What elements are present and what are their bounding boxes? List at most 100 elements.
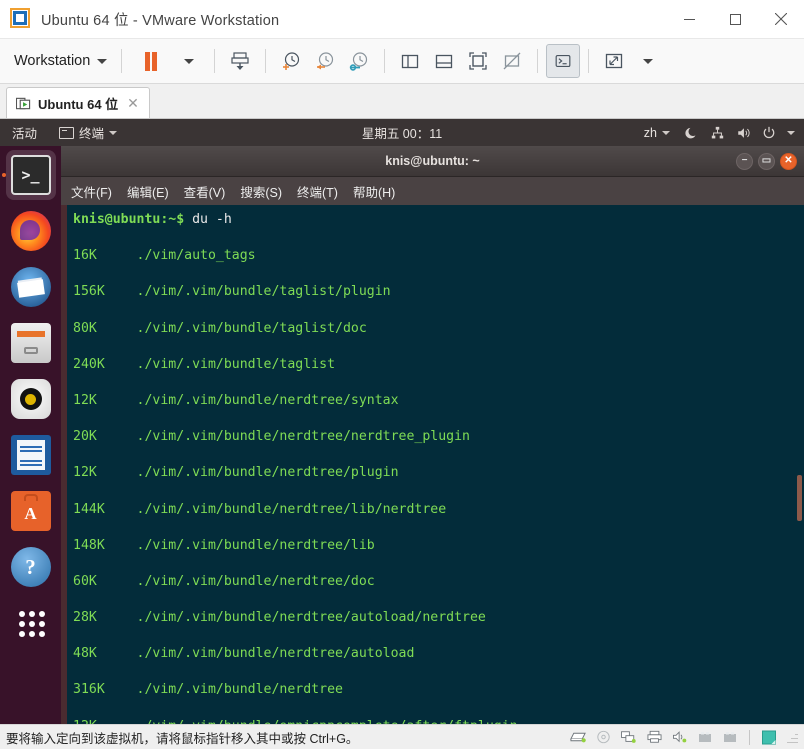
- night-light-icon: [685, 127, 696, 138]
- thumbnail-off-icon: [503, 52, 521, 70]
- terminal-output-line: 156K ./vim/.vim/bundle/taglist/plugin: [73, 284, 391, 300]
- dock-item-thunderbird[interactable]: [6, 262, 56, 312]
- volume-icon[interactable]: [736, 126, 751, 140]
- dock-item-files[interactable]: [6, 318, 56, 368]
- window-close-button[interactable]: [758, 0, 804, 38]
- terminal-scrollbar[interactable]: [796, 205, 804, 724]
- dock-item-libreoffice-writer[interactable]: [6, 430, 56, 480]
- enter-fullscreen-button[interactable]: [597, 44, 631, 78]
- terminal-maximize-button[interactable]: ▭: [758, 152, 775, 170]
- ubuntu-dock: >_ A ?: [0, 146, 61, 724]
- tab-close-icon[interactable]: ✕: [125, 96, 141, 110]
- input-source-indicator[interactable]: zh: [640, 124, 674, 142]
- send-ctrl-alt-del-button[interactable]: [546, 44, 581, 78]
- status-sound-icon[interactable]: [672, 730, 688, 744]
- menu-terminal[interactable]: 终端(T): [297, 182, 338, 201]
- pause-icon: [145, 51, 151, 71]
- menu-help[interactable]: 帮助(H): [353, 182, 395, 201]
- status-usb2-icon[interactable]: [722, 730, 738, 744]
- panel-bottom-icon: [436, 54, 453, 69]
- app-menu-button[interactable]: 终端: [55, 121, 121, 144]
- status-cdrom-icon[interactable]: [596, 730, 611, 744]
- tab-ubuntu-64[interactable]: Ubuntu 64 位 ✕: [6, 87, 150, 118]
- dock-item-ubuntu-software[interactable]: A: [6, 486, 56, 536]
- network-icon[interactable]: [710, 126, 725, 140]
- menu-search[interactable]: 搜索(S): [240, 182, 282, 201]
- toolbar-separator: [588, 49, 590, 73]
- window-maximize-button[interactable]: [712, 0, 758, 38]
- terminal-output-line: 20K ./vim/.vim/bundle/nerdtree/nerdtree_…: [73, 429, 470, 445]
- vm-console-viewport[interactable]: 活动 终端 星期五 00：11 zh >_ A ? knis@ubuntu: ~…: [0, 119, 804, 724]
- show-library-button[interactable]: [393, 44, 427, 78]
- toolbar-separator: [265, 49, 267, 73]
- menu-view[interactable]: 查看(V): [184, 182, 226, 201]
- help-icon: ?: [10, 547, 51, 587]
- status-hint: 要将输入定向到该虚拟机，请将鼠标指针移入其中或按 Ctrl+G。: [6, 731, 359, 746]
- terminal-output-line: 240K ./vim/.vim/bundle/taglist: [73, 356, 336, 372]
- take-snapshot-button[interactable]: [274, 44, 308, 78]
- status-bar: 要将输入定向到该虚拟机，请将鼠标指针移入其中或按 Ctrl+G。: [0, 724, 804, 749]
- show-thumbnails-button[interactable]: [461, 44, 495, 78]
- fullscreen-expand-icon: [606, 53, 623, 69]
- snapshot-save-icon: [231, 52, 249, 70]
- menu-file[interactable]: 文件(F): [71, 182, 112, 201]
- chevron-down-icon: [662, 130, 670, 135]
- vm-running-icon: [16, 97, 31, 109]
- terminal-output-line: 12K ./vim/.vim/bundle/nerdtree/syntax: [73, 392, 399, 408]
- terminal-output-line: 16K ./vim/auto_tags: [73, 248, 256, 264]
- vmware-logo-icon: [10, 8, 32, 30]
- dock-item-rhythmbox[interactable]: [6, 374, 56, 424]
- chevron-down-icon: [97, 58, 108, 64]
- manage-snapshots-button[interactable]: [342, 44, 376, 78]
- terminal-close-button[interactable]: ✕: [780, 152, 797, 170]
- terminal-output[interactable]: knis@ubuntu:~$ du -h 16K ./vim/auto_tags…: [67, 205, 796, 724]
- terminal-mini-icon: [59, 126, 75, 139]
- toolbar-separator: [214, 49, 216, 73]
- window-titlebar: Ubuntu 64 位 - VMware Workstation: [0, 0, 804, 39]
- status-printer-icon[interactable]: [646, 730, 663, 744]
- snapshot-manager-button[interactable]: [223, 44, 257, 78]
- terminal-window[interactable]: knis@ubuntu: ~ − ▭ ✕ 文件(F) 编辑(E) 查看(V) 搜…: [61, 146, 804, 724]
- window-minimize-button[interactable]: [666, 0, 712, 38]
- window-title: Ubuntu 64 位 - VMware Workstation: [41, 12, 280, 29]
- revert-snapshot-button[interactable]: [308, 44, 342, 78]
- terminal-titlebar: knis@ubuntu: ~ − ▭ ✕: [61, 146, 804, 177]
- status-network-icon[interactable]: [620, 730, 637, 744]
- status-sidebar-icon[interactable]: [761, 730, 777, 745]
- pause-dropdown-button[interactable]: [172, 44, 206, 78]
- workstation-menu-label: Workstation: [14, 53, 91, 69]
- dock-item-firefox[interactable]: [6, 206, 56, 256]
- menu-edit[interactable]: 编辑(E): [127, 182, 169, 201]
- app-menu-label: 终端: [79, 127, 105, 141]
- terminal-output-line: 148K ./vim/.vim/bundle/nerdtree/lib: [73, 537, 375, 553]
- status-harddisk-icon[interactable]: [570, 730, 587, 744]
- terminal-icon: >_: [10, 155, 51, 195]
- terminal-output-line: 28K ./vim/.vim/bundle/nerdtree/autoload/…: [73, 610, 486, 626]
- dock-item-terminal[interactable]: >_: [5, 150, 56, 200]
- chevron-down-icon: [109, 130, 118, 135]
- system-menu-chevron-icon[interactable]: [787, 130, 795, 135]
- resize-grip-icon[interactable]: [786, 731, 798, 743]
- chevron-down-icon: [184, 58, 195, 64]
- show-console-view-button[interactable]: [427, 44, 461, 78]
- terminal-minimize-button[interactable]: −: [736, 152, 753, 170]
- pause-vm-button[interactable]: [130, 44, 172, 78]
- disable-thumbnails-button[interactable]: [495, 44, 529, 78]
- writer-icon: [10, 435, 51, 475]
- activities-button[interactable]: 活动: [8, 121, 41, 144]
- terminal-output-line: 80K ./vim/.vim/bundle/taglist/doc: [73, 320, 367, 336]
- fullscreen-dropdown-button[interactable]: [631, 44, 665, 78]
- status-usb1-icon[interactable]: [697, 730, 713, 744]
- music-icon: [10, 379, 51, 419]
- dock-item-show-apps[interactable]: [6, 598, 56, 648]
- dock-item-help[interactable]: ?: [6, 542, 56, 592]
- terminal-scrollbar-thumb[interactable]: [797, 475, 802, 521]
- terminal-body[interactable]: knis@ubuntu:~$ du -h 16K ./vim/auto_tags…: [61, 205, 804, 724]
- power-icon[interactable]: [762, 126, 776, 140]
- main-toolbar: Workstation: [0, 39, 804, 84]
- terminal-prompt-icon: [555, 54, 571, 68]
- workstation-menu-button[interactable]: Workstation: [8, 50, 113, 72]
- terminal-output-line: 48K ./vim/.vim/bundle/nerdtree/autoload: [73, 646, 415, 662]
- terminal-output-line: 60K ./vim/.vim/bundle/nerdtree/doc: [73, 573, 375, 589]
- tab-label: Ubuntu 64 位: [38, 96, 119, 112]
